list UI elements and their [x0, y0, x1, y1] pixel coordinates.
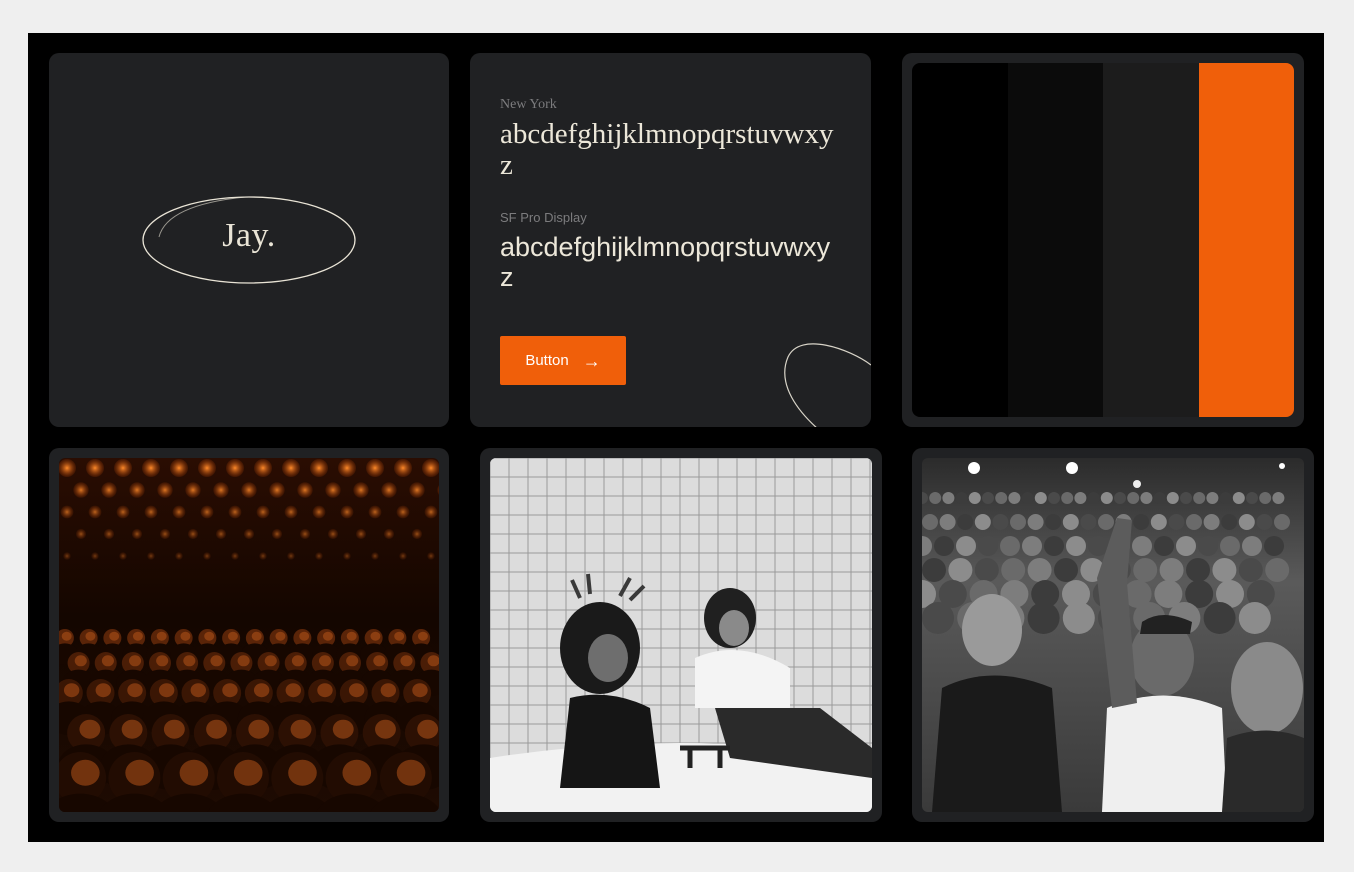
logo-wordmark: Jay. — [222, 217, 276, 254]
concert-crowd-photo — [922, 458, 1304, 812]
sample-button-label: Button — [525, 352, 569, 369]
color-swatch-black — [912, 63, 1008, 417]
sample-button[interactable]: Button → — [500, 336, 626, 385]
sans-font-sample: abcdefghijklmnopqrstuvwxyz — [500, 232, 831, 292]
color-swatch-dark-gray — [1103, 63, 1199, 417]
photo-card-audience — [49, 448, 449, 822]
moodboard: Jay. New York abcdefghijklmnopqrstuvwxyz… — [28, 33, 1324, 842]
serif-font-sample: abcdefghijklmnopqrstuvwxyz — [500, 118, 834, 181]
color-swatch-orange — [1198, 63, 1294, 417]
women-in-tiled-bathroom-photo — [490, 458, 872, 812]
color-palette-card — [902, 53, 1304, 427]
audience-orange-tinted-photo — [59, 458, 439, 812]
arrow-right-icon: → — [582, 350, 601, 371]
logo-card: Jay. — [49, 53, 449, 427]
color-swatch-near-black — [1007, 63, 1103, 417]
serif-font-label: New York — [500, 97, 557, 112]
photo-card-bathroom — [480, 448, 882, 822]
color-palette — [912, 63, 1294, 417]
typography-card: New York abcdefghijklmnopqrstuvwxyz SF P… — [470, 53, 871, 427]
photo-card-crowd — [912, 448, 1314, 822]
sans-font-label: SF Pro Display — [500, 210, 587, 225]
